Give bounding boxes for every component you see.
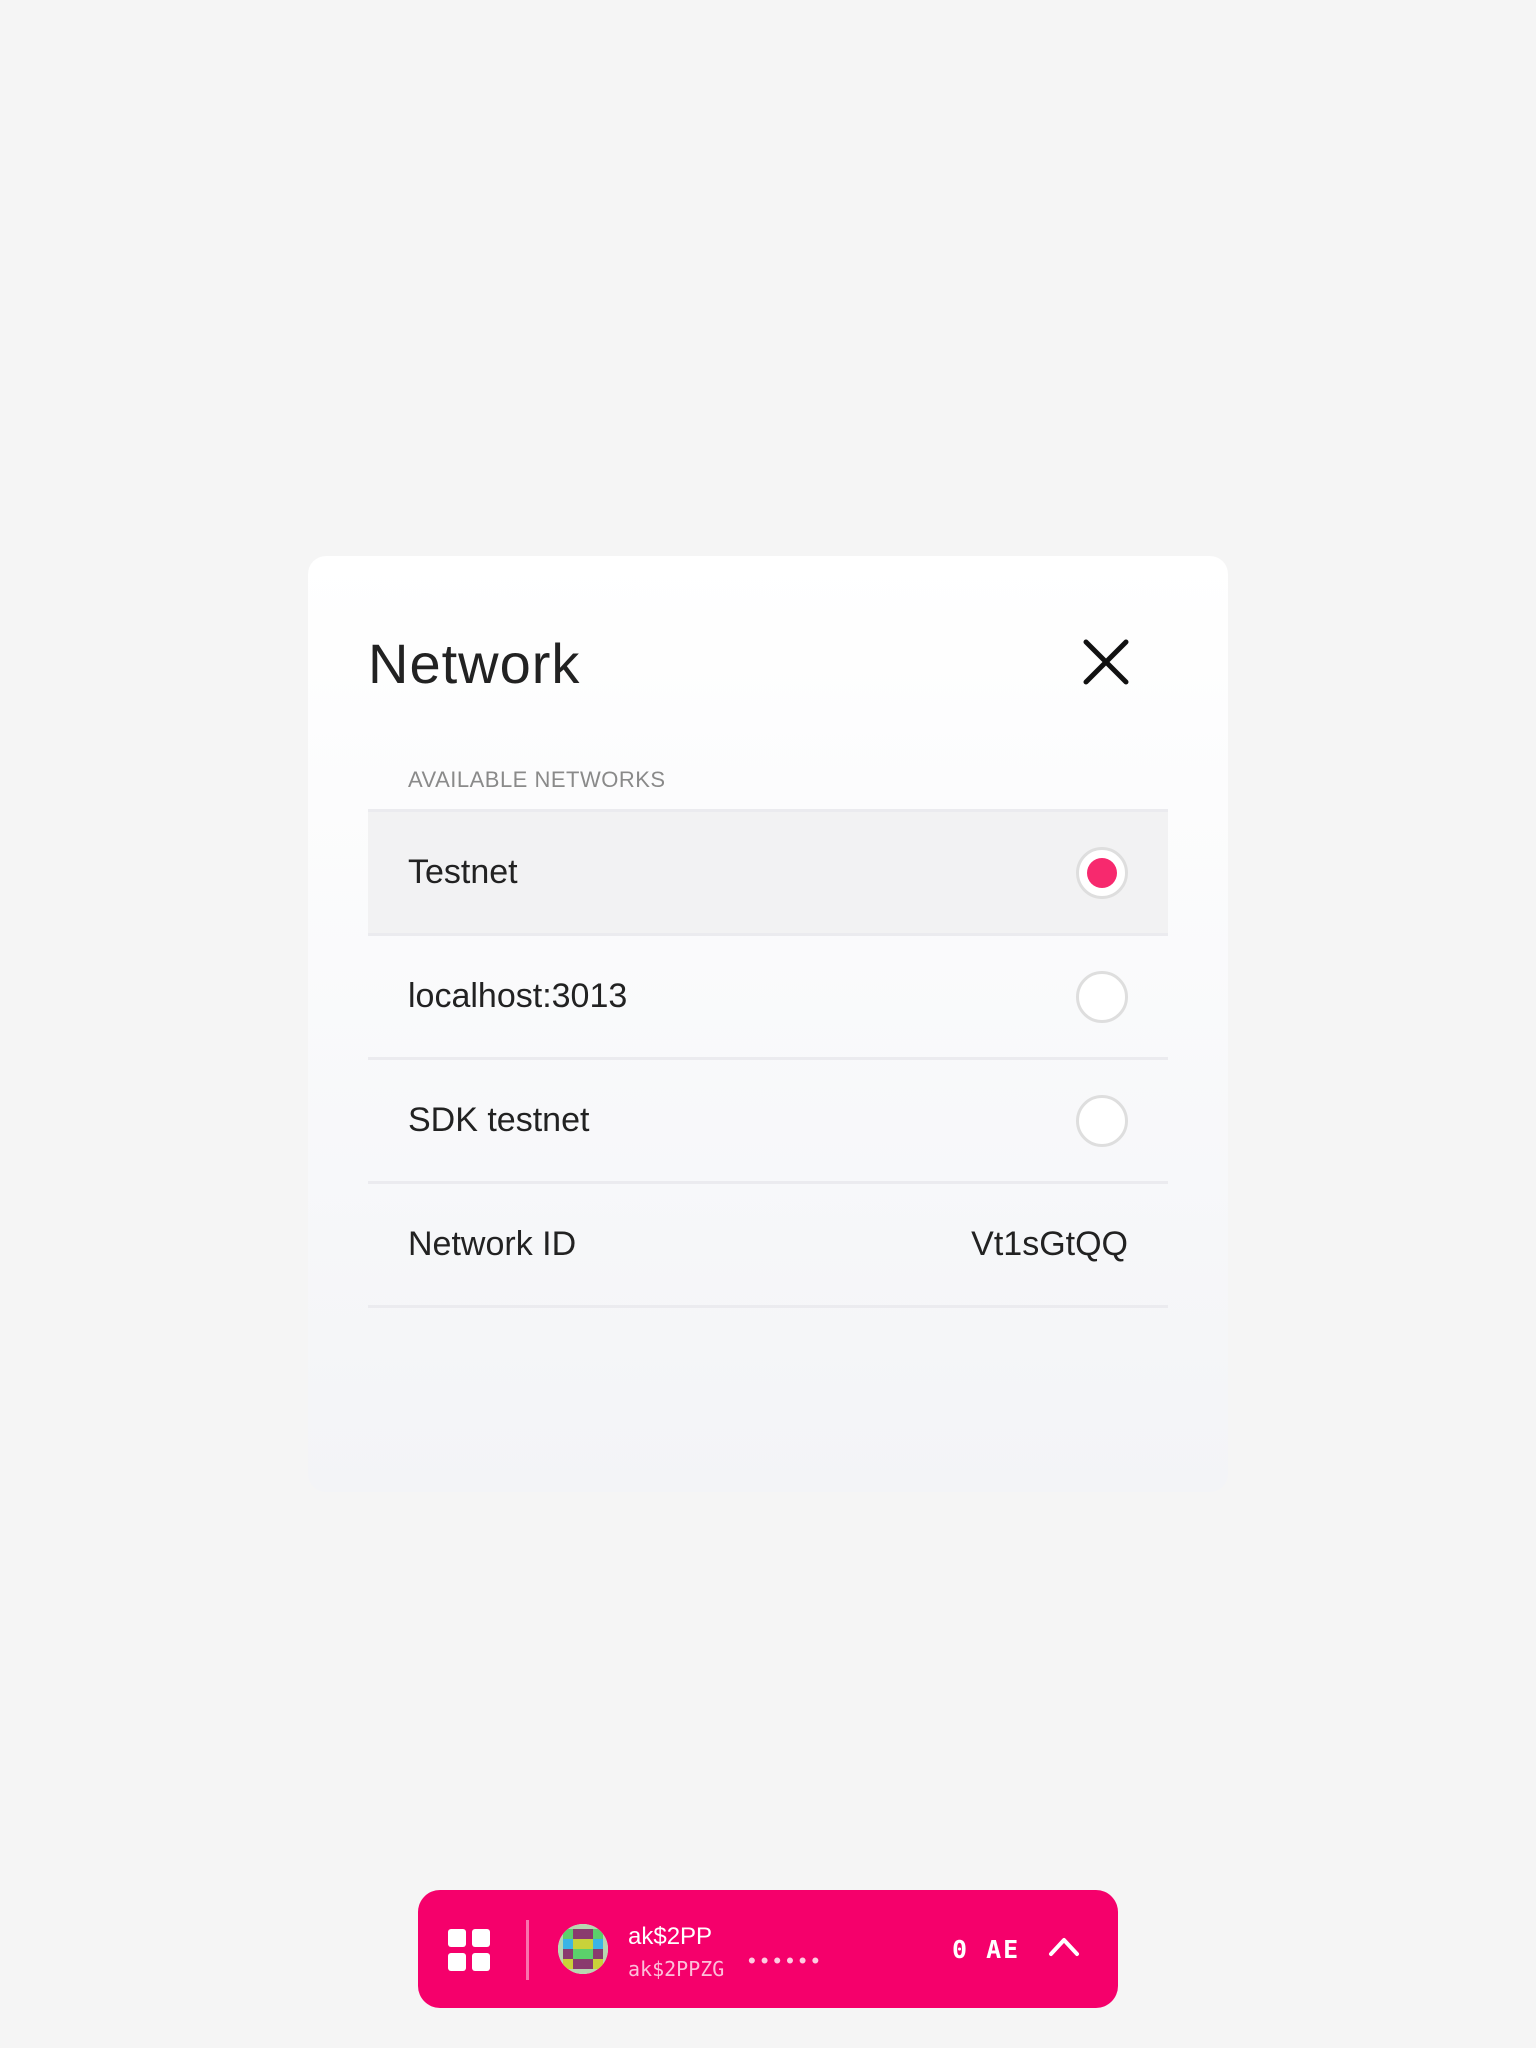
radio-button-selected[interactable] bbox=[1076, 846, 1128, 899]
network-option-label: Testnet bbox=[408, 853, 518, 891]
account-address: ak$2PPZG bbox=[628, 1957, 725, 1981]
network-option-localhost[interactable]: localhost:3013 bbox=[368, 936, 1168, 1060]
apps-button[interactable] bbox=[448, 1929, 490, 1971]
account-bar: ak$2PP ak$2PPZG •••••• 0 AE bbox=[418, 1890, 1118, 2008]
network-list: Testnet localhost:3013 SDK testnet Netwo… bbox=[368, 809, 1168, 1308]
network-modal: Network AVAILABLE NETWORKS Testnet local… bbox=[308, 556, 1228, 1492]
modal-title: Network bbox=[368, 632, 581, 695]
apps-grid-icon bbox=[448, 1929, 490, 1971]
network-option-label: SDK testnet bbox=[408, 1101, 590, 1139]
network-option-label: localhost:3013 bbox=[408, 977, 628, 1015]
close-button[interactable] bbox=[1082, 638, 1130, 686]
network-option-sdk-testnet[interactable]: SDK testnet bbox=[368, 1060, 1168, 1184]
account-address-masked: •••••• bbox=[748, 1948, 825, 1973]
account-balance: 0 AE bbox=[952, 1935, 1021, 1964]
identicon-avatar bbox=[558, 1924, 608, 1974]
radio-dot bbox=[1087, 857, 1117, 888]
radio-button[interactable] bbox=[1076, 970, 1128, 1023]
account-name: ak$2PP bbox=[628, 1923, 713, 1950]
network-id-row: Network ID Vt1sGtQQ bbox=[368, 1184, 1168, 1308]
bar-divider bbox=[526, 1920, 529, 1980]
close-icon bbox=[1083, 639, 1129, 685]
radio-button[interactable] bbox=[1076, 1094, 1128, 1147]
chevron-up-icon bbox=[1049, 1938, 1079, 1956]
network-option-testnet[interactable]: Testnet bbox=[368, 812, 1168, 936]
network-id-value: Vt1sGtQQ bbox=[971, 1225, 1128, 1263]
network-id-label: Network ID bbox=[408, 1225, 577, 1263]
available-networks-label: AVAILABLE NETWORKS bbox=[408, 767, 666, 792]
expand-button[interactable] bbox=[1048, 1935, 1080, 1957]
